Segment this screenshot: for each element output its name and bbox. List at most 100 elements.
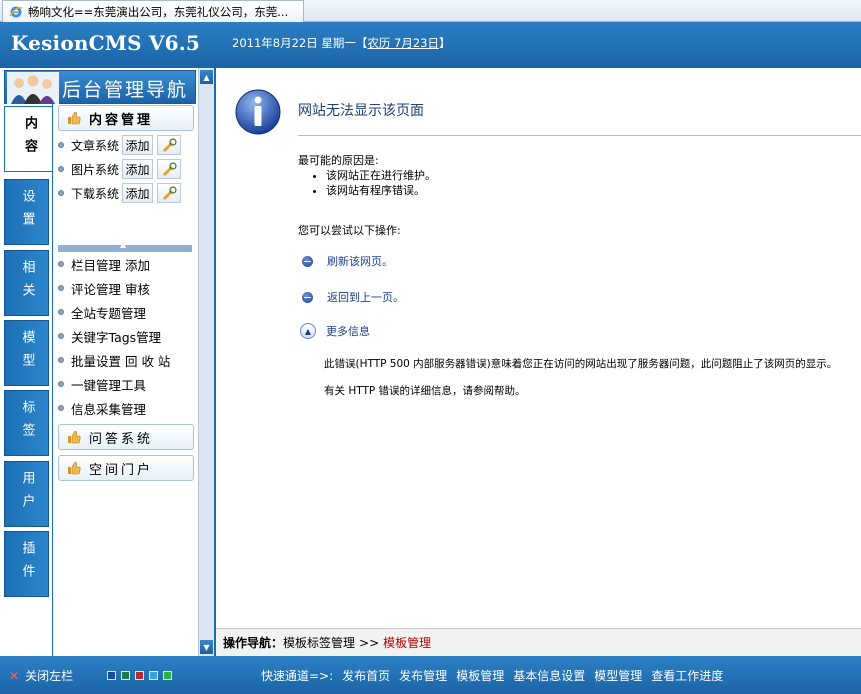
item-label: 评论管理 审核	[71, 281, 150, 297]
quick-link-publish-management[interactable]: 发布管理	[399, 667, 447, 684]
close-left-button[interactable]: ✕ 关闭左栏	[9, 667, 73, 684]
browser-tab-title: 畅响文化==东莞演出公司，东莞礼仪公司，东莞...	[28, 4, 289, 19]
menu-pane: 内容管理 文章系统 添加 图片系统 添加 下载系统 添加 ▲ 栏目管理 添加 评…	[52, 102, 198, 656]
skin-swatch[interactable]	[149, 671, 158, 680]
bullet-icon	[58, 142, 64, 148]
date-text: 2011年8月22日 星期一【	[232, 36, 368, 50]
error-detail-text: 此错误(HTTP 500 内部服务器错误)意味着您正在访问的网站出现了服务器问题…	[324, 358, 838, 370]
browser-tab-bar: 畅响文化==东莞演出公司，东莞礼仪公司，东莞...	[0, 0, 861, 22]
help-text: 有关 HTTP 错误的详细信息，请参阅帮助。	[324, 385, 526, 397]
thumbs-up-icon	[68, 111, 81, 125]
scroll-down-icon[interactable]: ▼	[200, 640, 213, 654]
bullet-icon	[58, 190, 64, 196]
brand-logo: KesionCMS V6.5	[11, 31, 200, 55]
list-item-keyword-tags[interactable]: 关键字Tags管理	[58, 326, 161, 346]
item-label: 全站专题管理	[71, 305, 147, 321]
item-label: 关键字Tags管理	[71, 329, 162, 345]
reason-heading: 最可能的原因是:	[298, 154, 379, 167]
admin-people-icon	[7, 72, 59, 104]
space-portal-group[interactable]: 空间门户	[58, 455, 194, 481]
nav-title: 后台管理导航	[62, 79, 189, 101]
back-action[interactable]: 返回到上一页。	[302, 289, 404, 305]
bullet-icon	[302, 255, 313, 267]
item-label: 一键管理工具	[71, 377, 147, 393]
list-item-column-management[interactable]: 栏目管理 添加	[58, 254, 150, 274]
breadcrumb-separator: >>	[359, 635, 380, 650]
quick-links-label: 快速通道=>:	[261, 669, 334, 683]
item-label: 栏目管理 添加	[71, 257, 150, 273]
app-header: KesionCMS V6.5 2011年8月22日 星期一【农历 7月23日】	[0, 22, 861, 68]
bullet-icon	[302, 291, 313, 303]
image-system-row: 图片系统 添加	[58, 158, 198, 180]
refresh-link[interactable]: 刷新该网页。	[327, 253, 393, 269]
bullet-icon	[58, 166, 64, 172]
back-link[interactable]: 返回到上一页。	[327, 289, 404, 305]
quick-link-publish-home[interactable]: 发布首页	[342, 667, 390, 684]
quick-link-template-management[interactable]: 模板管理	[456, 667, 504, 684]
thumbs-up-icon	[68, 461, 81, 475]
article-edit-icon[interactable]	[157, 135, 182, 155]
error-title: 网站无法显示该页面	[298, 103, 424, 119]
date-suffix: 】	[438, 36, 451, 50]
browser-tab[interactable]: 畅响文化==东莞演出公司，东莞礼仪公司，东莞...	[2, 0, 304, 22]
content-management-group[interactable]: 内容管理	[58, 105, 194, 131]
more-info-link[interactable]: 更多信息	[326, 323, 370, 339]
scroll-up-icon[interactable]: ▲	[200, 70, 213, 84]
list-item-comment-management[interactable]: 评论管理 审核	[58, 278, 150, 298]
left-scrollbar[interactable]: ▲ ▼	[198, 68, 214, 656]
left-navigation: 后台管理导航 内容 设置 相关 模型 标签 用户 插件 内容管理 文章系统 添加…	[0, 68, 216, 656]
skin-swatches	[107, 671, 177, 680]
list-item-one-click-tools[interactable]: 一键管理工具	[58, 374, 146, 394]
lunar-date-link[interactable]: 农历 7月23日	[367, 36, 439, 50]
content-management-label: 内容管理	[89, 112, 154, 128]
reason-item: 该网站有程序错误。	[326, 183, 436, 198]
list-item-batch-settings[interactable]: 批量设置 回 收 站	[58, 350, 170, 370]
download-system-link[interactable]: 下载系统	[71, 185, 119, 202]
tab-content[interactable]: 内容	[4, 106, 53, 172]
image-system-link[interactable]: 图片系统	[71, 161, 119, 178]
skin-swatch[interactable]	[135, 671, 144, 680]
bullet-icon	[58, 381, 64, 387]
reason-list: 该网站正在进行维护。 该网站有程序错误。	[326, 168, 436, 198]
article-system-link[interactable]: 文章系统	[71, 137, 119, 154]
collapse-arrow-icon: ▲	[120, 240, 127, 249]
tab-settings[interactable]: 设置	[4, 179, 49, 245]
bullet-icon	[58, 405, 64, 411]
article-add-button[interactable]: 添加	[122, 135, 154, 155]
tab-plugins[interactable]: 插件	[4, 531, 49, 597]
more-info-action[interactable]: ▲ 更多信息	[300, 323, 370, 339]
skin-swatch[interactable]	[121, 671, 130, 680]
breadcrumb-parent-link[interactable]: 模板标签管理	[283, 634, 355, 651]
tab-related[interactable]: 相关	[4, 250, 49, 316]
breadcrumb-current: 模板管理	[383, 636, 432, 650]
tab-tags[interactable]: 标签	[4, 390, 49, 456]
item-label: 信息采集管理	[71, 401, 147, 417]
main-content-frame: 网站无法显示该页面 最可能的原因是: 该网站正在进行维护。 该网站有程序错误。 …	[216, 68, 861, 628]
skin-swatch[interactable]	[107, 671, 116, 680]
quick-link-basic-settings[interactable]: 基本信息设置	[513, 667, 585, 684]
divider-line	[298, 135, 861, 136]
tab-users[interactable]: 用户	[4, 461, 49, 527]
tab-model[interactable]: 模型	[4, 320, 49, 386]
bullet-icon	[58, 333, 64, 339]
list-item-info-collection[interactable]: 信息采集管理	[58, 398, 146, 418]
quick-link-work-progress[interactable]: 查看工作进度	[651, 667, 723, 684]
skin-swatch[interactable]	[163, 671, 172, 680]
breadcrumb-label: 操作导航：	[223, 636, 284, 650]
list-item-special-topics[interactable]: 全站专题管理	[58, 302, 146, 322]
item-label: 批量设置 回 收 站	[71, 353, 171, 369]
quick-links: 快速通道=>: 发布首页 发布管理 模板管理 基本信息设置 模型管理 查看工作进…	[261, 667, 732, 684]
image-edit-icon[interactable]	[157, 159, 182, 179]
qa-system-label: 问答系统	[89, 431, 154, 447]
download-edit-icon[interactable]	[157, 183, 182, 203]
reason-item: 该网站正在进行维护。	[326, 168, 436, 183]
quick-link-model-management[interactable]: 模型管理	[594, 667, 642, 684]
download-add-button[interactable]: 添加	[122, 183, 154, 203]
image-add-button[interactable]: 添加	[122, 159, 154, 179]
refresh-action[interactable]: 刷新该网页。	[302, 253, 393, 269]
ie-browser-icon	[9, 6, 23, 17]
qa-system-group[interactable]: 问答系统	[58, 424, 194, 450]
download-system-row: 下载系统 添加	[58, 182, 198, 204]
nav-title-bar: 后台管理导航	[4, 70, 196, 104]
collapse-bar[interactable]: ▲	[58, 240, 192, 252]
